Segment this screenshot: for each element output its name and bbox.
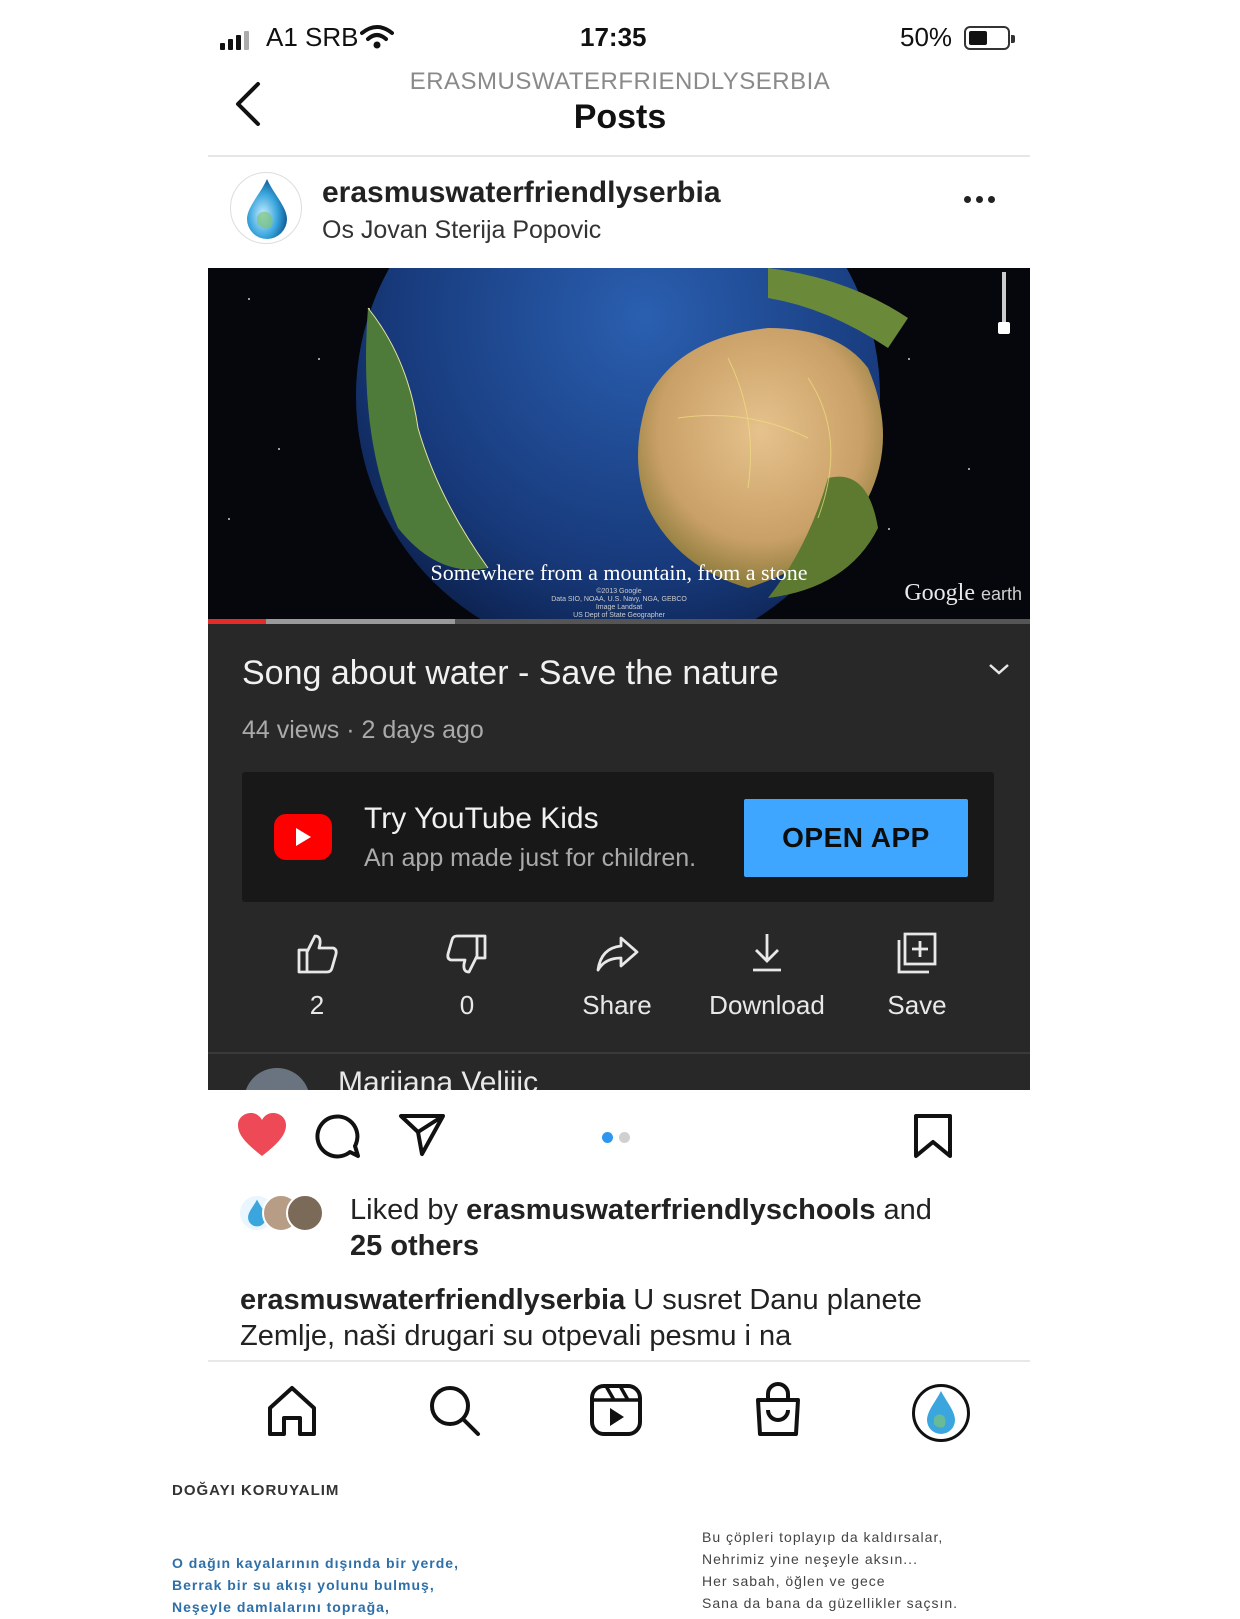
yt-divider [208, 1052, 1030, 1054]
share-label: Share [582, 990, 652, 1020]
dislike-count: 0 [459, 990, 475, 1020]
likes-connector: and [875, 1194, 932, 1226]
wifi-icon [360, 25, 394, 49]
comment-icon[interactable] [314, 1112, 362, 1160]
send-icon[interactable] [398, 1112, 446, 1158]
like-video-button[interactable]: 2 [242, 926, 392, 1036]
carrier-name: A1 SRB [266, 22, 359, 52]
comment-author: Marijana Velijic [338, 1066, 539, 1090]
header-divider [208, 155, 1030, 157]
status-bar: A1 SRB 17:35 50% [220, 18, 1020, 58]
poem-line: Bu çöpleri toplayıp da kaldırsalar, [702, 1529, 944, 1545]
poem-left: O dağın kayalarının dışında bir yerde, B… [172, 1552, 459, 1618]
post-avatar[interactable] [230, 172, 302, 244]
clock: 17:35 [580, 22, 647, 52]
poem-right: Bu çöpleri toplayıp da kaldırsalar, Nehr… [702, 1526, 958, 1614]
open-app-button[interactable]: OPEN APP [744, 799, 968, 877]
poem-line: Berrak bir su akışı yolunu bulmuş, [172, 1577, 435, 1593]
bookmark-icon[interactable] [912, 1112, 954, 1160]
poem-line: Neşeyle damlalarını toprağa, [172, 1599, 390, 1615]
share-video-button[interactable]: Share [542, 926, 692, 1036]
promo-title: Try YouTube Kids [364, 802, 599, 835]
video-player[interactable]: Somewhere from a mountain, from a stone … [208, 268, 1030, 624]
post-actions [208, 1090, 1030, 1180]
save-playlist-icon [897, 932, 937, 974]
page-title: Posts [573, 98, 667, 136]
watermark-product: earth [980, 584, 1022, 604]
profile-avatar[interactable] [912, 1384, 970, 1442]
header-username: ERASMUSWATERFRIENDLYSERBIA [409, 68, 831, 95]
post-username[interactable]: erasmuswaterfriendlyserbia [322, 176, 721, 210]
signal-icon [220, 30, 249, 50]
search-icon[interactable] [424, 1380, 484, 1440]
poem-line: O dağın kayalarının dışında bir yerde, [172, 1555, 459, 1571]
share-icon [596, 936, 639, 972]
chevron-down-icon[interactable] [988, 662, 1010, 676]
youtube-panel: Song about water - Save the nature 44 vi… [208, 624, 1030, 1090]
zoom-slider[interactable] [998, 272, 1010, 334]
download-label: Download [709, 990, 825, 1020]
liker-avatar [286, 1194, 324, 1232]
likes-summary[interactable]: Liked by erasmuswaterfriendlyschools and… [350, 1192, 1010, 1264]
reels-icon[interactable] [586, 1380, 646, 1440]
video-meta: 44 views · 2 days ago [242, 716, 484, 744]
water-drop-icon [927, 1391, 955, 1434]
save-video-button[interactable]: Save [842, 926, 992, 1036]
youtube-kids-promo: Try YouTube Kids An app made just for ch… [242, 772, 994, 902]
liker-username[interactable]: erasmuswaterfriendlyschools [466, 1194, 875, 1226]
likes-others[interactable]: 25 others [350, 1230, 479, 1262]
poem-line: Her sabah, öğlen ve gece [702, 1573, 886, 1589]
battery-percent: 50% [900, 22, 953, 52]
water-drop-icon [247, 179, 287, 239]
poem-line: Nehrimiz yine neşeyle aksın... [702, 1551, 918, 1567]
carousel-dot [619, 1132, 630, 1143]
shop-icon[interactable] [748, 1380, 808, 1440]
like-count: 2 [309, 990, 325, 1020]
home-icon[interactable] [262, 1380, 322, 1440]
more-options-icon[interactable] [964, 196, 995, 203]
carousel-dot [602, 1132, 613, 1143]
download-video-button[interactable]: Download [692, 926, 842, 1036]
dislike-video-button[interactable]: 0 [392, 926, 542, 1036]
video-actions: 2 0 Share Download Save [242, 926, 994, 1036]
commenter-avatar [244, 1068, 310, 1090]
promo-subtitle: An app made just for children. [364, 844, 697, 872]
caption-username[interactable]: erasmuswaterfriendlyserbia [240, 1284, 625, 1316]
thumbs-up-icon [297, 934, 338, 974]
youtube-logo-icon [274, 814, 332, 860]
save-label: Save [887, 990, 947, 1020]
thumbs-down-icon [446, 934, 487, 974]
google-earth-watermark: Google earth [904, 580, 1022, 607]
video-title[interactable]: Song about water - Save the nature [242, 654, 779, 693]
carousel-indicator [602, 1132, 630, 1143]
watermark-brand: Google [904, 580, 975, 606]
download-icon [753, 934, 781, 972]
post-location[interactable]: Os Jovan Sterija Popovic [322, 216, 601, 245]
likes-prefix: Liked by [350, 1194, 467, 1226]
heart-icon[interactable] [236, 1112, 288, 1158]
poem-line: Sana da bana da güzellikler saçsın. [702, 1595, 959, 1611]
bottom-tab-bar [208, 1380, 1030, 1454]
tabbar-divider [208, 1360, 1030, 1362]
battery-icon [964, 26, 1015, 50]
footer-heading: DOĞAYI KORUYALIM [172, 1482, 340, 1499]
post-caption: erasmuswaterfriendlyserbia U susret Danu… [240, 1282, 1020, 1362]
